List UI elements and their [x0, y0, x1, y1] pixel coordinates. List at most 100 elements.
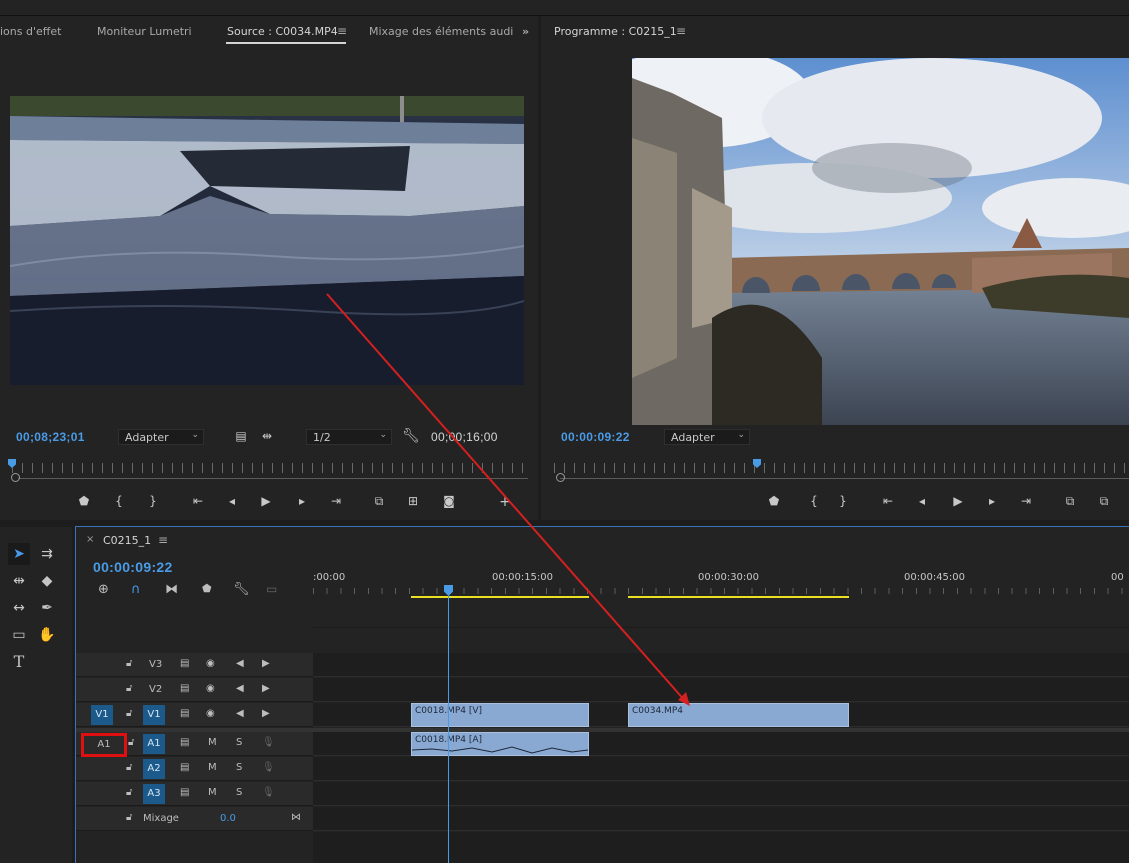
- tab-program[interactable]: Programme : C0215_1: [554, 25, 677, 38]
- microphone-icon[interactable]: 🎙︎: [262, 762, 275, 773]
- type-tool-icon[interactable]: T: [8, 651, 30, 673]
- sequence-tab[interactable]: C0215_1: [103, 534, 151, 547]
- sync-lock-icon[interactable]: ▤: [180, 762, 189, 773]
- sync-lock-icon[interactable]: ▤: [180, 708, 189, 719]
- program-zoom-bar[interactable]: [560, 478, 1129, 479]
- timeline-ruler-ticks[interactable]: [313, 588, 1129, 594]
- step-back-icon[interactable]: ◂: [224, 494, 240, 508]
- tab-lumetri-scopes[interactable]: Moniteur Lumetri: [97, 25, 192, 38]
- lock-icon[interactable]: 🔓︎: [126, 683, 132, 694]
- linked-selection-icon[interactable]: ⧓: [165, 582, 178, 597]
- next-keyframe-icon[interactable]: ▶: [262, 658, 270, 669]
- next-keyframe-icon[interactable]: ▶: [262, 683, 270, 694]
- overwrite-icon[interactable]: ⊞: [405, 494, 421, 508]
- track-name-v1[interactable]: V1: [143, 705, 165, 725]
- sequence-menu-icon[interactable]: ≡: [158, 533, 168, 547]
- track-select-tool-icon[interactable]: ⇉: [36, 543, 58, 565]
- source-resolution-dropdown[interactable]: 1/2 ⌄: [306, 429, 392, 445]
- eye-icon[interactable]: ◉: [206, 708, 215, 719]
- go-to-in-icon[interactable]: ⇤: [880, 494, 896, 508]
- snap-magnet-icon[interactable]: ∩: [131, 582, 141, 597]
- clip-c0034-video[interactable]: C0034.MP4: [628, 703, 849, 727]
- button-editor-plus-icon[interactable]: +: [497, 494, 513, 510]
- lock-icon[interactable]: 🔓︎: [126, 708, 132, 719]
- razor-tool-icon[interactable]: ◆: [36, 570, 58, 592]
- mix-volume-value[interactable]: 0.0: [220, 813, 236, 824]
- go-to-in-icon[interactable]: ⇤: [190, 494, 206, 508]
- ripple-edit-tool-icon[interactable]: ⇹: [8, 570, 30, 592]
- source-tab-menu-icon[interactable]: ≡: [337, 24, 347, 38]
- extract-icon[interactable]: ⧉: [1096, 494, 1112, 509]
- source-time-ruler[interactable]: [12, 463, 527, 473]
- track-lane-v2[interactable]: [313, 678, 1129, 702]
- go-to-out-icon[interactable]: ⇥: [328, 494, 344, 508]
- lock-icon[interactable]: 🔓︎: [126, 658, 132, 669]
- tab-source[interactable]: Source : C0034.MP4: [227, 25, 338, 38]
- export-frame-camera-icon[interactable]: ◙: [441, 494, 457, 508]
- sync-lock-icon[interactable]: ▤: [180, 737, 189, 748]
- selection-tool-icon[interactable]: ➤: [8, 543, 30, 565]
- solo-button[interactable]: S: [236, 762, 242, 773]
- timeline-empty-area[interactable]: [313, 832, 1129, 863]
- prev-keyframe-icon[interactable]: ◀: [236, 708, 244, 719]
- mark-out-icon[interactable]: }: [835, 494, 851, 508]
- pen-tool-icon[interactable]: ✒: [36, 597, 58, 619]
- tab-effect-controls[interactable]: ions d'effet: [0, 25, 61, 38]
- track-name-a1[interactable]: A1: [143, 734, 165, 754]
- source-zoom-bar[interactable]: [18, 478, 528, 479]
- program-zoom-handle[interactable]: [556, 473, 565, 482]
- track-lane-v1[interactable]: C0018.MP4 [V] C0034.MP4: [313, 703, 1129, 727]
- source-zoom-handle[interactable]: [11, 473, 20, 482]
- eye-icon[interactable]: ◉: [206, 658, 215, 669]
- sync-lock-icon[interactable]: ▤: [180, 683, 189, 694]
- close-sequence-icon[interactable]: ×: [86, 534, 94, 545]
- tab-overflow-icon[interactable]: »: [522, 25, 529, 38]
- prev-keyframe-icon[interactable]: ◀: [236, 658, 244, 669]
- clip-c0018-video[interactable]: C0018.MP4 [V]: [411, 703, 589, 727]
- add-marker-icon[interactable]: ⬟: [76, 494, 92, 508]
- solo-button[interactable]: S: [236, 787, 242, 798]
- lock-icon[interactable]: 🔓︎: [126, 762, 132, 773]
- track-name-a2[interactable]: A2: [143, 759, 165, 779]
- play-icon[interactable]: ▶: [258, 494, 274, 508]
- timeline-playhead-head[interactable]: [444, 585, 453, 596]
- drag-video-audio-icon[interactable]: ⇹: [259, 429, 275, 443]
- program-current-timecode[interactable]: 00:00:09:22: [561, 430, 630, 444]
- step-forward-icon[interactable]: ▸: [984, 494, 1000, 508]
- program-fit-dropdown[interactable]: Adapter ⌄: [664, 429, 750, 445]
- insert-icon[interactable]: ⧉: [371, 494, 387, 509]
- timeline-settings-wrench-icon[interactable]: 🔧︎: [233, 582, 250, 597]
- source-patch-v1[interactable]: V1: [91, 705, 113, 725]
- track-lane-mix[interactable]: [313, 807, 1129, 831]
- mute-button[interactable]: M: [208, 762, 217, 773]
- clip-c0018-audio[interactable]: C0018.MP4 [A]: [411, 732, 589, 756]
- track-lane-v3[interactable]: [313, 653, 1129, 677]
- microphone-icon[interactable]: 🎙︎: [262, 737, 275, 748]
- mute-button[interactable]: M: [208, 787, 217, 798]
- play-icon[interactable]: ▶: [950, 494, 966, 508]
- track-lane-a3[interactable]: [313, 782, 1129, 806]
- lock-icon[interactable]: 🔓︎: [128, 737, 134, 748]
- source-patch-a1[interactable]: A1: [81, 733, 127, 757]
- track-lane-a1[interactable]: C0018.MP4 [A]: [313, 732, 1129, 756]
- track-name-v2[interactable]: V2: [149, 684, 162, 695]
- program-tab-menu-icon[interactable]: ≡: [676, 24, 686, 38]
- hand-tool-icon[interactable]: ✋: [36, 624, 58, 646]
- wrench-icon[interactable]: 🔧︎: [402, 428, 420, 444]
- lock-icon[interactable]: 🔓︎: [126, 787, 132, 798]
- lock-icon[interactable]: 🔓︎: [126, 812, 132, 823]
- add-marker-icon[interactable]: ⬟: [202, 582, 212, 595]
- step-forward-icon[interactable]: ▸: [294, 494, 310, 508]
- tab-audio-clip-mixer[interactable]: Mixage des éléments audi: [369, 25, 513, 38]
- captions-icon[interactable]: ▭: [266, 582, 277, 596]
- mark-out-icon[interactable]: }: [145, 494, 161, 508]
- go-to-out-icon[interactable]: ⇥: [1018, 494, 1034, 508]
- timeline-timecode[interactable]: 00:00:09:22: [93, 559, 173, 575]
- sync-lock-icon[interactable]: ▤: [180, 787, 189, 798]
- lift-icon[interactable]: ⧉: [1062, 494, 1078, 509]
- mark-in-icon[interactable]: {: [806, 494, 822, 508]
- microphone-icon[interactable]: 🎙︎: [262, 787, 275, 798]
- mark-in-icon[interactable]: {: [111, 494, 127, 508]
- go-to-mix-icon[interactable]: ⋈: [291, 812, 301, 823]
- eye-icon[interactable]: ◉: [206, 683, 215, 694]
